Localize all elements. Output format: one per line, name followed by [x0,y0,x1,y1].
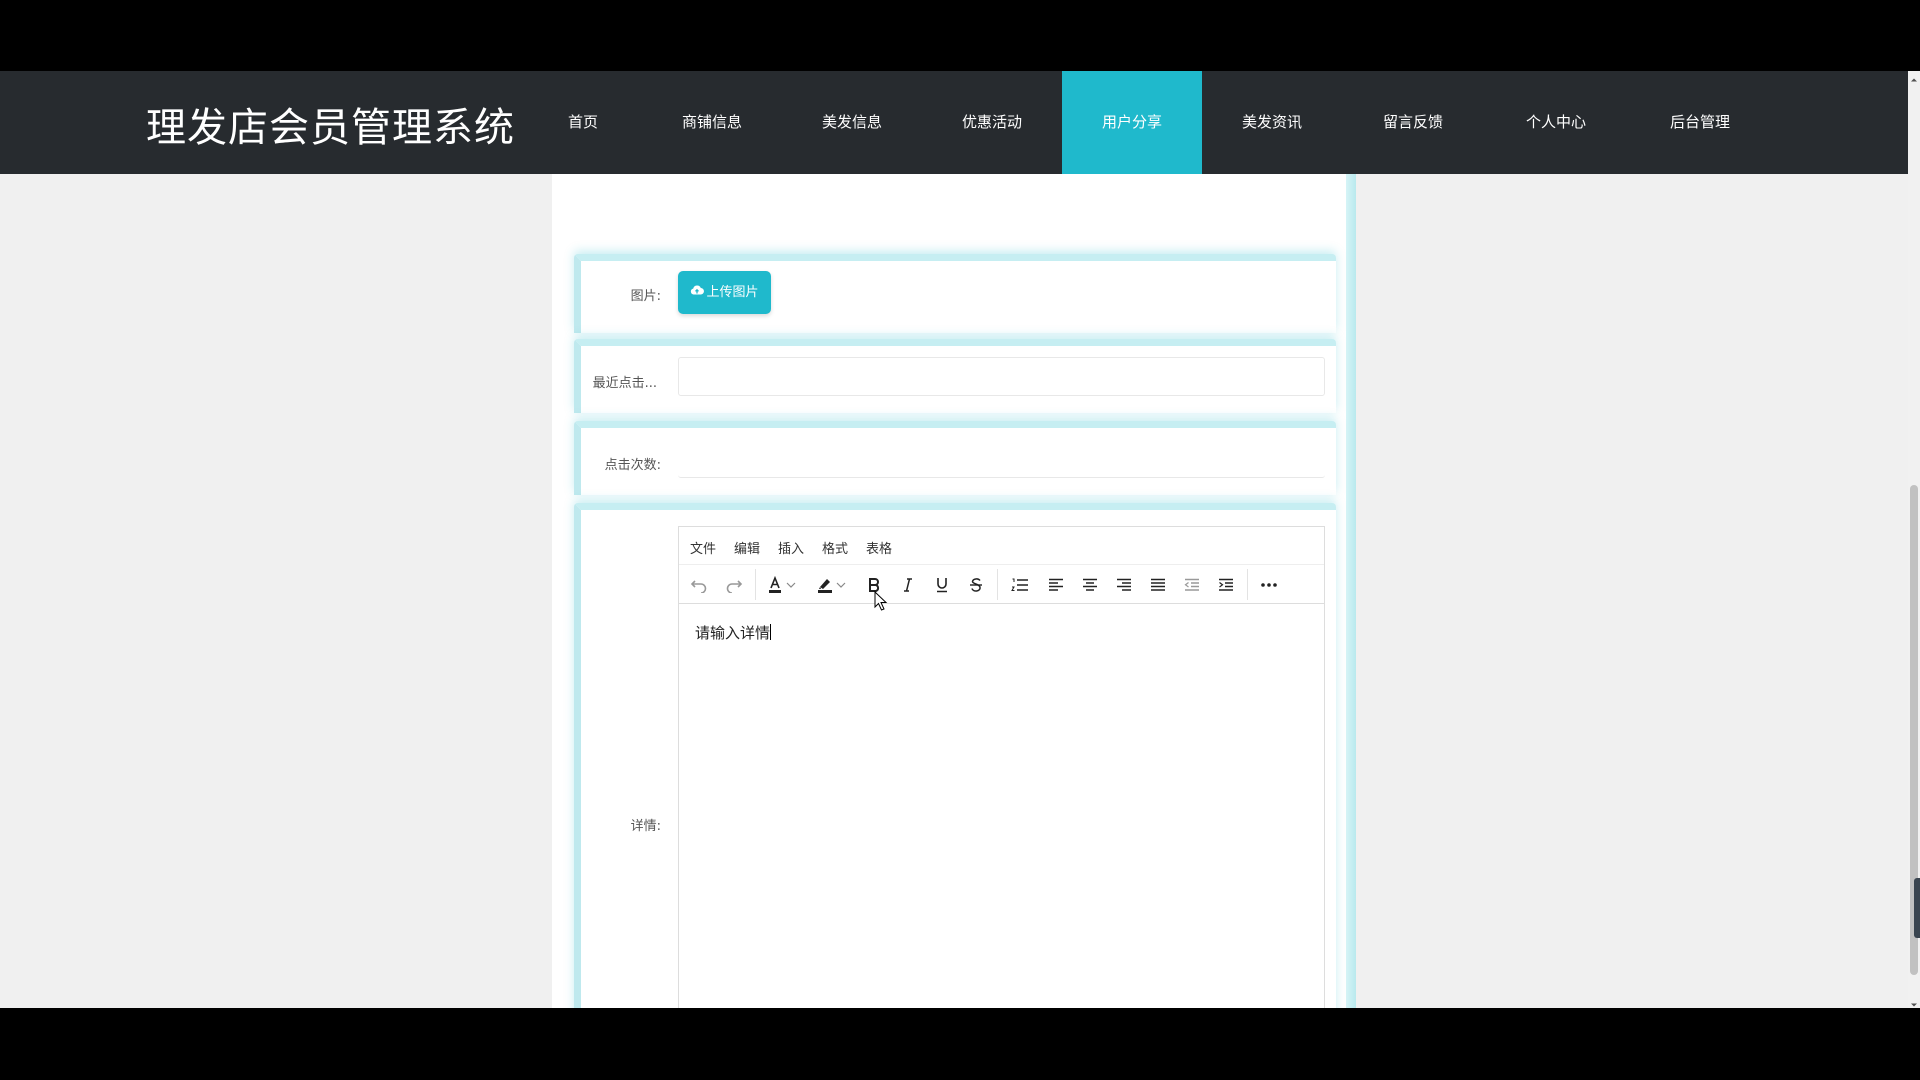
nav-item-hair-news[interactable]: 美发资讯 [1227,71,1317,174]
scroll-up-arrow-icon[interactable] [1908,71,1920,83]
menu-file[interactable]: 文件 [690,538,716,557]
nav-item-hair-info[interactable]: 美发信息 [807,71,897,174]
page-scrollbar[interactable] [1908,71,1920,1008]
page-viewport: 理发店会员管理系统 首页 商铺信息 美发信息 优惠活动 用户分享 美发资讯 留言… [0,71,1908,1008]
menu-edit[interactable]: 编辑 [734,538,760,557]
editor-content-text[interactable]: 请输入详情 [695,622,772,643]
editor-menubar: 文件 编辑 插入 格式 表格 [679,527,1324,565]
align-left-icon[interactable] [1044,573,1068,597]
site-title: 理发店会员管理系统 [146,105,515,151]
click-count-label: 点击次数: [604,458,661,473]
toolbar-separator [997,569,998,600]
text-caret [770,624,772,640]
nav-item-admin[interactable]: 后台管理 [1655,71,1745,174]
upload-image-label: 上传图片 [706,285,759,300]
nav-item-feedback[interactable]: 留言反馈 [1368,71,1458,174]
menu-format[interactable]: 格式 [822,538,848,557]
card-edge [1346,174,1356,1008]
last-click-input[interactable] [678,357,1325,396]
detail-label: 详情: [630,819,661,834]
nav-item-promotions[interactable]: 优惠活动 [947,71,1037,174]
redo-icon[interactable] [722,573,746,597]
form-row-image: 图片: 上传图片 [574,254,1336,333]
side-panel-handle[interactable] [1914,878,1920,938]
ordered-list-icon[interactable] [1008,573,1032,597]
form-row-last-click: 最近点击... [574,339,1336,413]
form-card: 图片: 上传图片 最近点击... 点击次数: 详情: 文件 编辑 插入 格式 表… [552,174,1356,1008]
underline-icon[interactable] [930,573,954,597]
strikethrough-icon[interactable] [964,573,988,597]
upload-image-button[interactable]: 上传图片 [678,271,771,314]
cloud-upload-icon [690,271,705,314]
editor-placeholder-text: 请输入详情 [695,624,771,642]
editor-content-area[interactable]: 请输入详情 [679,604,1324,1008]
nav-item-home[interactable]: 首页 [548,71,618,174]
nav-item-shop-info[interactable]: 商铺信息 [667,71,757,174]
font-color-dropdown-icon[interactable] [785,573,797,597]
scroll-down-arrow-icon[interactable] [1908,996,1920,1008]
image-label: 图片: [630,289,661,304]
menu-table[interactable]: 表格 [866,538,892,557]
form-row-detail: 详情: 文件 编辑 插入 格式 表格 请输入详情 [574,503,1336,1008]
form-row-click-count: 点击次数: [574,421,1336,495]
click-count-input[interactable] [678,439,1325,478]
menu-insert[interactable]: 插入 [778,538,804,557]
align-center-icon[interactable] [1078,573,1102,597]
outdent-icon[interactable] [1180,573,1204,597]
toolbar-separator [755,569,756,600]
mouse-pointer-icon [874,590,888,616]
nav-item-user-share[interactable]: 用户分享 [1062,71,1202,174]
highlight-color-icon[interactable] [813,573,837,597]
rich-text-editor: 文件 编辑 插入 格式 表格 请输入详情 [678,526,1325,1008]
align-right-icon[interactable] [1112,573,1136,597]
top-navbar: 理发店会员管理系统 首页 商铺信息 美发信息 优惠活动 用户分享 美发资讯 留言… [0,71,1908,174]
italic-icon[interactable] [896,573,920,597]
align-justify-icon[interactable] [1146,573,1170,597]
more-icon[interactable] [1257,573,1281,597]
indent-icon[interactable] [1214,573,1238,597]
toolbar-separator [1247,569,1248,600]
highlight-dropdown-icon[interactable] [835,573,847,597]
editor-toolbar [679,565,1324,604]
nav-item-personal-center[interactable]: 个人中心 [1511,71,1601,174]
font-color-icon[interactable] [763,573,787,597]
screen: 理发店会员管理系统 首页 商铺信息 美发信息 优惠活动 用户分享 美发资讯 留言… [0,0,1920,1080]
last-click-label: 最近点击... [592,376,657,391]
undo-icon[interactable] [687,573,711,597]
